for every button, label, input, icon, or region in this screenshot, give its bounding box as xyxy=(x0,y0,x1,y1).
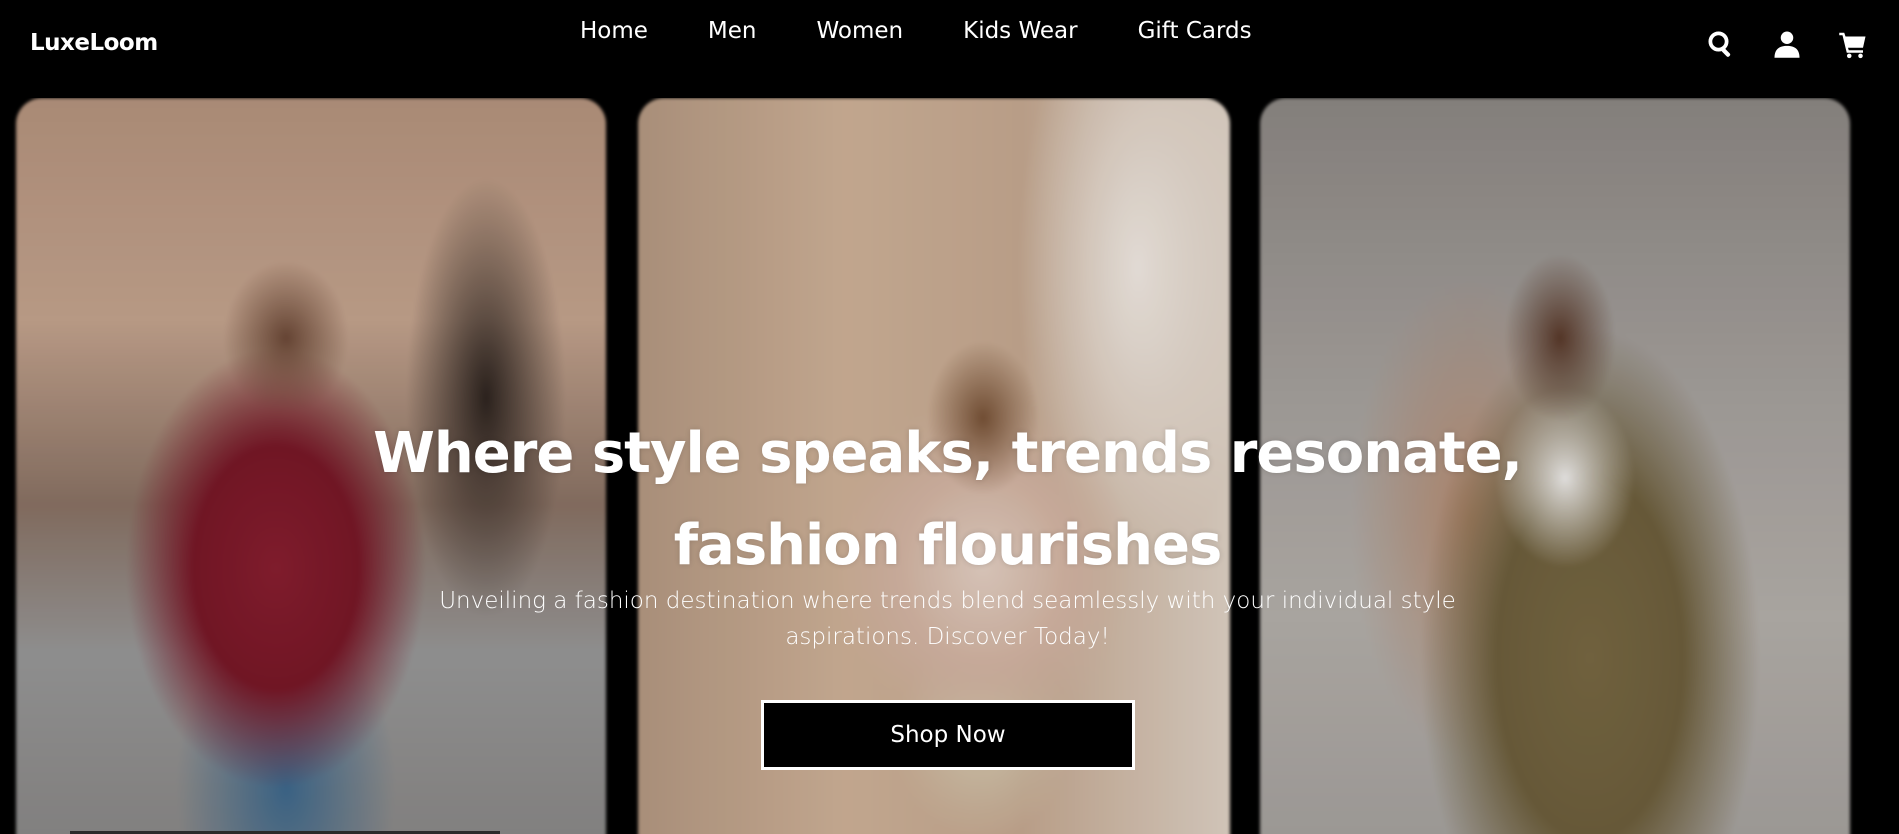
site-logo[interactable]: LuxeLoom xyxy=(30,30,158,56)
header-actions xyxy=(1705,28,1869,60)
hero-title: Where style speaks, trends resonate, fas… xyxy=(373,421,1523,578)
hero-overlay: Where style speaks, trends resonate, fas… xyxy=(0,98,1899,834)
page: LuxeLoom Home Men Women Kids Wear Gift C… xyxy=(0,0,1899,834)
nav-item-kids-wear[interactable]: Kids Wear xyxy=(963,18,1077,44)
user-icon[interactable] xyxy=(1771,28,1803,60)
nav-item-gift-cards[interactable]: Gift Cards xyxy=(1138,18,1252,44)
nav-item-men[interactable]: Men xyxy=(708,18,757,44)
nav-item-women[interactable]: Women xyxy=(817,18,904,44)
nav-item-home[interactable]: Home xyxy=(580,18,648,44)
search-icon[interactable] xyxy=(1705,28,1737,60)
hero-subtitle: Unveiling a fashion destination where tr… xyxy=(439,588,1456,650)
cart-icon[interactable] xyxy=(1837,28,1869,60)
main-nav: Home Men Women Kids Wear Gift Cards xyxy=(580,18,1252,44)
shop-now-button[interactable]: Shop Now xyxy=(761,700,1135,770)
site-header: LuxeLoom Home Men Women Kids Wear Gift C… xyxy=(0,0,1899,98)
